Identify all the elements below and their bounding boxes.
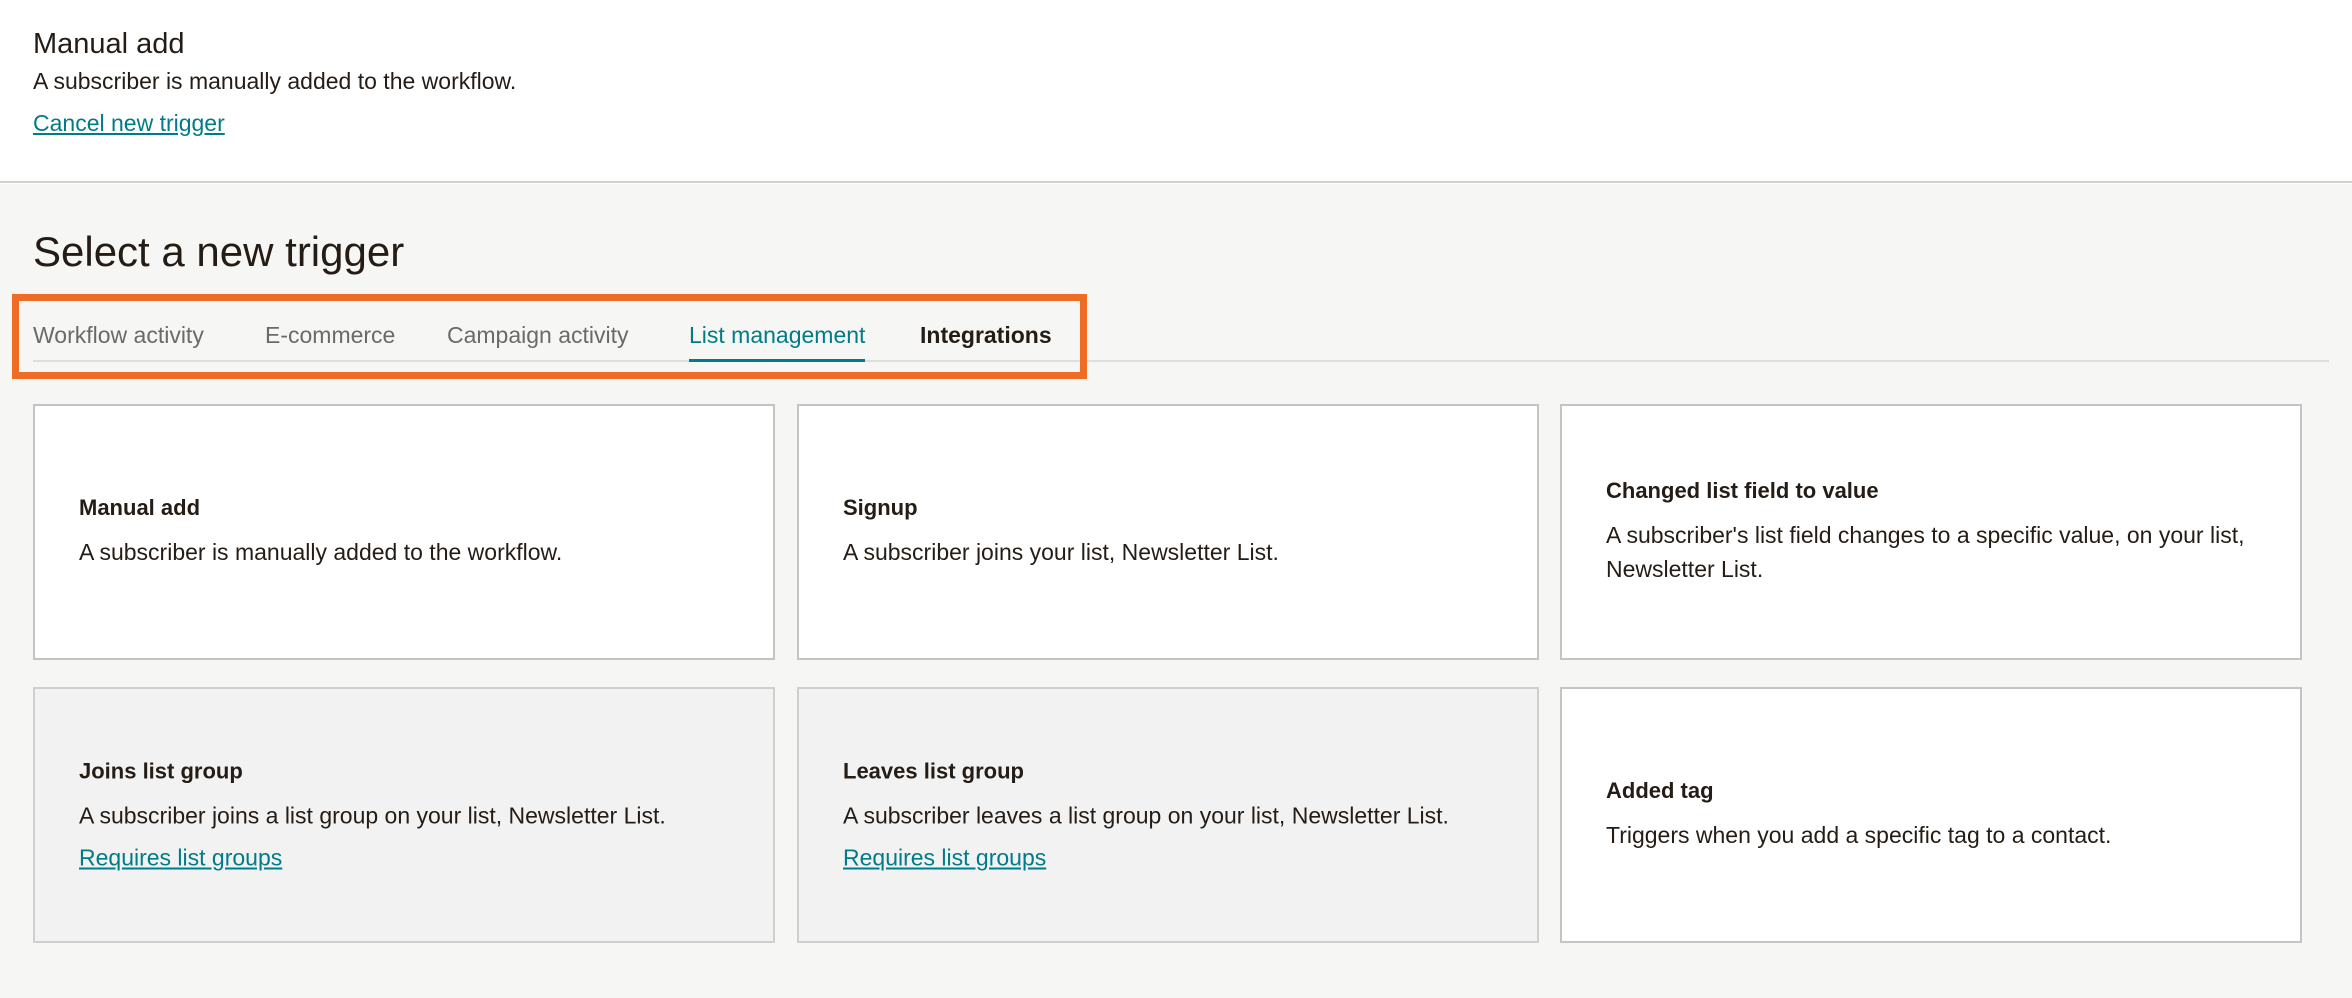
card-title: Signup [843,495,918,520]
card-title: Manual add [79,495,201,520]
tab-campaign-activity[interactable]: Campaign activity [447,322,629,359]
requires-list-groups-link[interactable]: Requires list groups [843,845,1046,872]
trigger-card-manual-add[interactable]: Manual add A subscriber is manually adde… [33,404,775,660]
card-description: A subscriber leaves a list group on your… [843,802,1449,829]
card-description: Triggers when you add a specific tag to … [1606,822,2112,848]
card-title: Changed list field to value [1606,478,1879,503]
tabs-divider [33,360,2329,362]
select-trigger-section: Select a new trigger Workflow activity E… [0,184,2352,998]
card-description: A subscriber's list field changes to a s… [1606,522,2245,582]
cancel-new-trigger-link[interactable]: Cancel new trigger [33,110,225,137]
tab-workflow-activity[interactable]: Workflow activity [33,322,204,359]
trigger-card-leaves-list-group: Leaves list group A subscriber leaves a … [797,687,1539,943]
trigger-card-signup[interactable]: Signup A subscriber joins your list, New… [797,404,1539,660]
tab-integrations[interactable]: Integrations [920,322,1052,359]
trigger-card-added-tag[interactable]: Added tag Triggers when you add a specif… [1560,687,2302,943]
card-title: Added tag [1606,778,1714,803]
card-description: A subscriber is manually added to the wo… [79,539,563,565]
current-trigger-panel: Manual add A subscriber is manually adde… [0,0,2352,183]
tab-e-commerce[interactable]: E-commerce [265,322,395,359]
card-title: Leaves list group [843,758,1024,784]
trigger-card-joins-list-group: Joins list group A subscriber joins a li… [33,687,775,943]
current-trigger-description: A subscriber is manually added to the wo… [33,68,517,94]
current-trigger-title: Manual add [33,28,185,60]
card-description: A subscriber joins a list group on your … [79,802,666,829]
tab-list-management[interactable]: List management [689,322,866,362]
section-title: Select a new trigger [33,228,405,275]
trigger-card-changed-list-field[interactable]: Changed list field to value A subscriber… [1560,404,2302,660]
card-title: Joins list group [79,758,243,784]
requires-list-groups-link[interactable]: Requires list groups [79,845,282,872]
card-description: A subscriber joins your list, Newsletter… [843,539,1279,565]
